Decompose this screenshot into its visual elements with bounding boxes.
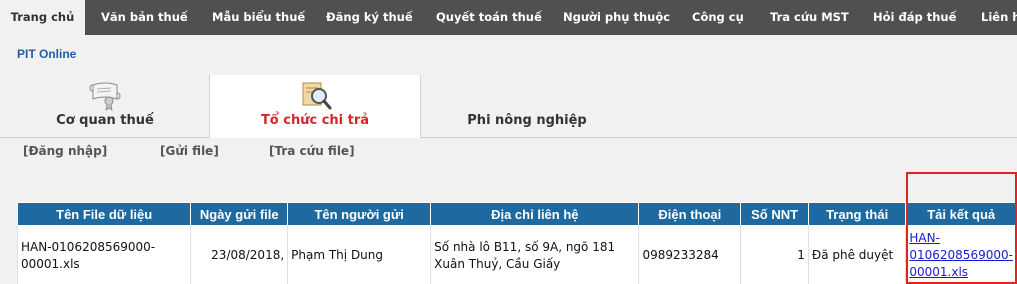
nav-item-tax-registration[interactable]: Đăng ký thuế: [326, 0, 413, 35]
nav-item-tax-settlement[interactable]: Quyết toán thuế: [436, 0, 542, 35]
phone-cell: 0989233284: [638, 225, 742, 284]
date-cell: 23/08/2018,: [190, 225, 289, 284]
download-result-link[interactable]: HAN-0106208569000-00001.xls: [909, 231, 1013, 279]
send-file-link[interactable]: [Gửi file]: [160, 144, 219, 158]
tab-tax-authority[interactable]: Cơ quan thuế: [0, 75, 210, 138]
download-cell: HAN-0106208569000-00001.xls: [905, 225, 1017, 284]
nav-item-mst-lookup[interactable]: Tra cứu MST: [770, 0, 849, 35]
tab-paying-organization[interactable]: Tổ chức chi trả: [209, 75, 421, 138]
column-header: Tải kết quả: [905, 202, 1017, 226]
tab-label: Phi nông nghiệp: [467, 113, 587, 128]
table-row: HAN-0106208569000-00001.xls 23/08/2018, …: [16, 225, 1017, 284]
top-nav: Trang chủ Văn bản thuế Mẫu biểu thuế Đăn…: [0, 0, 1017, 35]
count-cell: 1: [740, 225, 809, 284]
results-table: Tên File dữ liệu Ngày gửi file Tên người…: [16, 202, 1017, 284]
tab-label: Cơ quan thuế: [56, 113, 154, 128]
nav-item-home[interactable]: Trang chủ: [0, 0, 85, 35]
sender-cell: Phạm Thị Dung: [287, 225, 432, 284]
column-header: Điện thoại: [638, 202, 742, 226]
pit-online-link[interactable]: PIT Online: [17, 47, 76, 61]
nav-item-dependents[interactable]: Người phụ thuộc: [563, 0, 670, 35]
table-header-row: Tên File dữ liệu Ngày gửi file Tên người…: [16, 202, 1017, 226]
column-header: Tên File dữ liệu: [16, 202, 192, 226]
column-header: Trạng thái: [807, 202, 907, 226]
tab-non-agricultural[interactable]: Phi nông nghiệp: [421, 75, 633, 138]
address-cell: Số nhà lô B11, số 9A, ngõ 181 Xuân Thuỷ,…: [430, 225, 640, 284]
column-header: Số NNT: [740, 202, 809, 226]
file-lookup-link[interactable]: [Tra cứu file]: [269, 144, 355, 158]
column-header: Tên người gửi: [287, 202, 432, 226]
certificate-scroll-icon: [87, 79, 123, 115]
nav-item-tax-documents[interactable]: Văn bản thuế: [101, 0, 188, 35]
file-name-cell: HAN-0106208569000-00001.xls: [16, 225, 192, 284]
column-header: Địa chỉ liên hệ: [430, 202, 640, 226]
status-cell: Đã phê duyệt: [807, 225, 907, 284]
tab-label: Tổ chức chi trả: [260, 113, 370, 128]
nav-item-tools[interactable]: Công cụ: [692, 0, 744, 35]
nav-item-tax-forms[interactable]: Mẫu biểu thuế: [212, 0, 305, 35]
nav-item-contact[interactable]: Liên h: [981, 0, 1017, 35]
column-header: Ngày gửi file: [190, 202, 289, 226]
magnifier-document-icon: [297, 79, 333, 115]
login-link[interactable]: [Đăng nhập]: [23, 144, 107, 158]
nav-item-faq[interactable]: Hỏi đáp thuế: [873, 0, 956, 35]
